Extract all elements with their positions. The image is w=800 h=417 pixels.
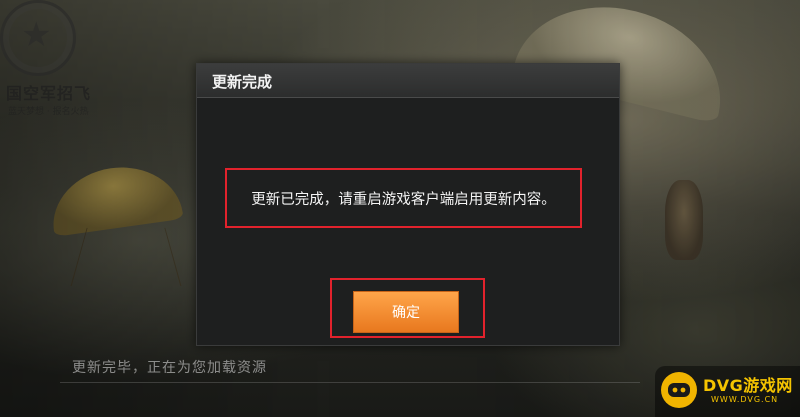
dialog-header: 更新完成 [197,64,619,98]
dialog-message: 更新已完成，请重启游戏客户端启用更新内容。 [251,191,556,208]
air-force-star-icon: ★ [21,15,52,55]
dialog-title: 更新完成 [212,73,273,91]
watermark-url: WWW.DVG.CN [711,395,779,404]
site-watermark: DVG游戏网 WWW.DVG.CN [655,366,800,417]
watermark-brand: DVG游戏网 [703,376,793,395]
confirm-button[interactable]: 确定 [353,291,459,333]
emblem-subtitle: 蓝天梦想 · 报名火热 [8,107,89,117]
gamepad-logo-icon [661,372,697,408]
message-highlight-box: 更新已完成，请重启游戏客户端启用更新内容。 [225,168,582,228]
loading-status-text: 更新完毕，正在为您加载资源 [72,360,267,376]
loading-status-divider [60,382,640,383]
air-force-emblem: ★ [0,0,76,76]
emblem-title: 国空军招飞 [6,84,92,103]
